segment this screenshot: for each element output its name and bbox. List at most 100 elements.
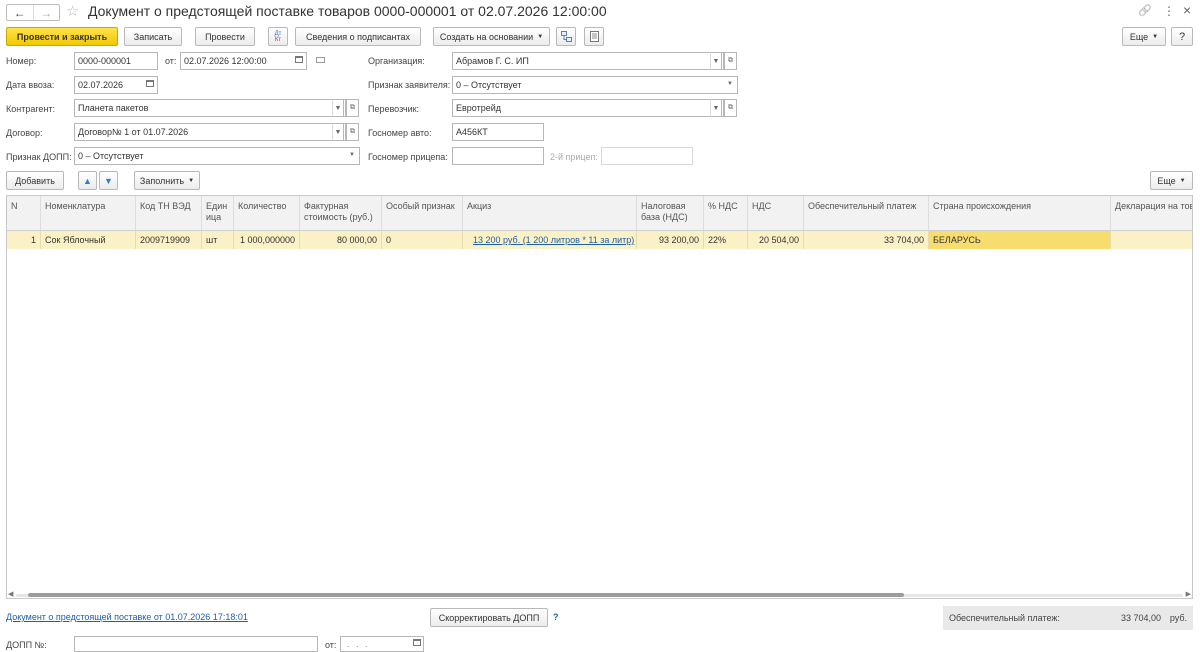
dopp-date-input[interactable]: . . . [340, 636, 424, 652]
number-input[interactable]: 0000-000001 [74, 52, 158, 70]
column-header-vat-rate[interactable]: % НДС [704, 196, 748, 231]
more-label: Еще [1129, 31, 1149, 42]
counterparty-input[interactable]: Планета пакетов [74, 99, 346, 117]
row-vat-rate-cell[interactable]: 22% [704, 231, 748, 249]
scroll-right-icon[interactable]: ▶ [1186, 590, 1191, 598]
save-button[interactable]: Записать [124, 27, 182, 46]
more-button[interactable]: Еще ▼ [1122, 27, 1166, 46]
dropdown-arrow-icon: ▼ [188, 177, 195, 184]
create-based-on-label: Создать на основании [439, 31, 534, 42]
row-vat-cell[interactable]: 20 504,00 [748, 231, 804, 249]
row-invoice-cost-cell[interactable]: 80 000,00 [300, 231, 382, 249]
excise-link[interactable]: 13 200 руб. (1 200 литров * 11 за литр) [473, 235, 634, 245]
counterparty-dropdown-icon[interactable]: ▼ [332, 99, 344, 117]
total-label: Обеспечительный платеж: [949, 613, 1060, 623]
row-declaration-cell[interactable] [1111, 231, 1192, 249]
row-nomenclature-cell[interactable]: Сок Яблочный [41, 231, 136, 249]
row-security-payment-cell[interactable]: 33 704,00 [804, 231, 929, 249]
fill-button[interactable]: Заполнить ▼ [134, 171, 200, 190]
carrier-input[interactable]: Евротрейд [452, 99, 724, 117]
page-title: Документ о предстоящей поставке товаров … [88, 3, 607, 19]
help-question-link[interactable]: ? [553, 612, 559, 622]
table-more-button[interactable]: Еще ▼ [1150, 171, 1193, 190]
add-row-button[interactable]: Добавить [6, 171, 64, 190]
carrier-dropdown-icon[interactable]: ▼ [710, 99, 722, 117]
dopp-sign-label: Признак ДОПП: [6, 152, 72, 162]
close-icon[interactable]: × [1183, 2, 1191, 18]
signers-info-button[interactable]: Сведения о подписантах [295, 27, 421, 46]
column-header-excise[interactable]: Акциз [463, 196, 637, 231]
dt-kt-button[interactable]: Дт Кт [268, 27, 288, 46]
structure-icon-button[interactable] [556, 27, 576, 46]
correct-dopp-button[interactable]: Скорректировать ДОПП [430, 608, 548, 627]
column-header-quantity[interactable]: Количество [234, 196, 300, 231]
hierarchy-icon [560, 31, 572, 42]
dropdown-arrow-icon[interactable]: ▼ [349, 152, 355, 158]
column-header-declaration[interactable]: Декларация на тов [1111, 196, 1192, 231]
post-and-close-button[interactable]: Провести и закрыть [6, 27, 118, 46]
document-date-input[interactable]: 02.07.2026 12:00:00 [180, 52, 307, 70]
dropdown-arrow-icon: ▼ [1179, 177, 1186, 184]
goods-table: N Номенклатура Код ТН ВЭД Един ица Колич… [6, 195, 1193, 599]
dopp-sign-select[interactable]: 0 – Отсутствует [74, 147, 360, 165]
dopp-date-label: от: [325, 640, 337, 650]
calendar-icon[interactable] [295, 56, 303, 63]
help-button[interactable]: ? [1171, 27, 1193, 46]
dropdown-arrow-icon: ▼ [537, 33, 544, 40]
post-button[interactable]: Провести [195, 27, 255, 46]
column-header-invoice-cost[interactable]: Фактурная стоимость (руб.) [300, 196, 382, 231]
row-n-cell[interactable]: 1 [7, 231, 41, 249]
contract-open-icon[interactable]: ⧉ [346, 123, 359, 141]
total-value: 33 704,00 [1120, 613, 1161, 623]
row-excise-cell[interactable]: 13 200 руб. (1 200 литров * 11 за литр) [463, 231, 637, 249]
column-header-special-sign[interactable]: Особый признак [382, 196, 463, 231]
link-icon[interactable]: 🔗 [1138, 4, 1152, 17]
counterparty-open-icon[interactable]: ⧉ [346, 99, 359, 117]
declarant-sign-select[interactable]: 0 – Отсутствует [452, 76, 738, 94]
move-up-button[interactable]: ▲ [78, 171, 97, 190]
row-unit-cell[interactable]: шт [202, 231, 234, 249]
column-header-origin-country[interactable]: Страна происхождения [929, 196, 1111, 231]
back-icon[interactable]: ← [7, 5, 33, 20]
dopp-number-input[interactable] [74, 636, 318, 652]
row-tax-base-cell[interactable]: 93 200,00 [637, 231, 704, 249]
star-icon[interactable]: ☆ [66, 2, 79, 20]
plate-input[interactable]: А456КТ [452, 123, 544, 141]
second-trailer-input[interactable] [601, 147, 693, 165]
horizontal-scrollbar[interactable]: ◀ ▶ [6, 590, 1193, 598]
comment-icon[interactable] [316, 57, 325, 63]
organization-input[interactable]: Абрамов Г. С. ИП [452, 52, 724, 70]
create-based-on-button[interactable]: Создать на основании ▼ [433, 27, 550, 46]
organization-label: Организация: [368, 56, 425, 66]
plate-label: Госномер авто: [368, 128, 432, 138]
column-header-vat[interactable]: НДС [748, 196, 804, 231]
trailer-plate-input[interactable] [452, 147, 544, 165]
calendar-icon[interactable] [413, 639, 421, 646]
document-icon-button[interactable] [584, 27, 604, 46]
more-vertical-icon[interactable]: ⋮ [1163, 4, 1175, 18]
carrier-open-icon[interactable]: ⧉ [724, 99, 737, 117]
scroll-left-icon[interactable]: ◀ [8, 590, 13, 598]
column-header-security-payment[interactable]: Обеспечительный платеж [804, 196, 929, 231]
calendar-icon[interactable] [146, 80, 154, 87]
column-header-nomenclature[interactable]: Номенклатура [41, 196, 136, 231]
row-quantity-cell[interactable]: 1 000,000000 [234, 231, 300, 249]
previous-document-link[interactable]: Документ о предстоящей поставке от 01.07… [6, 612, 248, 622]
column-header-unit[interactable]: Един ица [202, 196, 234, 231]
contract-dropdown-icon[interactable]: ▼ [332, 123, 344, 141]
move-down-button[interactable]: ▼ [99, 171, 118, 190]
forward-icon[interactable]: → [32, 5, 60, 20]
dropdown-arrow-icon[interactable]: ▼ [727, 81, 733, 87]
column-header-tax-base[interactable]: Налоговая база (НДС) [637, 196, 704, 231]
scrollbar-thumb[interactable] [28, 593, 904, 597]
organization-open-icon[interactable]: ⧉ [724, 52, 737, 70]
row-tnved-cell[interactable]: 2009719909 [136, 231, 202, 249]
row-origin-country-cell[interactable]: БЕЛАРУСЬ [929, 231, 1111, 249]
organization-dropdown-icon[interactable]: ▼ [710, 52, 722, 70]
contract-input[interactable]: Договор№ 1 от 01.07.2026 [74, 123, 346, 141]
kt-label: Кт [274, 36, 282, 43]
document-icon [589, 31, 599, 42]
column-header-n[interactable]: N [7, 196, 41, 231]
column-header-tnved[interactable]: Код ТН ВЭД [136, 196, 202, 231]
row-special-sign-cell[interactable]: 0 [382, 231, 463, 249]
